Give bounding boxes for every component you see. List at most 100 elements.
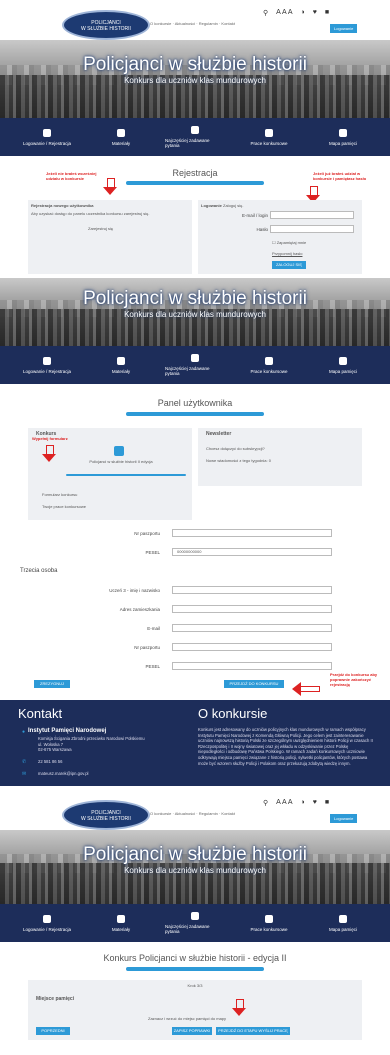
- nav-item-works[interactable]: Prace konkursowe: [239, 904, 299, 942]
- contest-panel: Konkurs Policjanci w służbie historii II…: [28, 428, 192, 520]
- users-icon: [43, 914, 51, 923]
- password-input[interactable]: [270, 225, 354, 233]
- title-underline: [126, 181, 264, 185]
- font-size-switch[interactable]: A A A: [276, 799, 292, 807]
- menu-item-news[interactable]: Aktualności: [175, 21, 195, 26]
- briefcase-icon: [265, 914, 273, 923]
- hero-banner-2: Policjanci w służbie historii Konkurs dl…: [0, 278, 390, 346]
- font-size-switch[interactable]: A A A: [276, 9, 292, 17]
- newsletter-heading: Newsletter: [206, 431, 232, 437]
- passport-input[interactable]: [172, 529, 332, 537]
- question-bubble-icon: [191, 126, 199, 134]
- prev-button[interactable]: POPRZEDNI: [36, 1027, 70, 1035]
- pesel-input-2[interactable]: [172, 662, 332, 670]
- nav-item-works[interactable]: Prace konkursowe: [239, 346, 299, 384]
- edition-panel: Krok 3/3 Miejsce pamięci Zaznacz i wrzuć…: [28, 980, 362, 1040]
- pesel-input[interactable]: 00000000000: [172, 548, 332, 556]
- login-heading: Logowanie: [201, 203, 222, 208]
- third-person-heading: Trzecia osoba: [20, 568, 58, 574]
- hero-banner-3: Policjanci w służbie historii Konkurs dl…: [0, 830, 390, 904]
- contrast-icon[interactable]: ◑: [301, 9, 305, 17]
- newsletter-text[interactable]: Chcesz dołączyć do subskrypcji?: [206, 446, 265, 451]
- search-icon[interactable]: ⚲: [263, 9, 268, 17]
- places-heading: Miejsce pamięci: [36, 996, 75, 1002]
- twitter-icon[interactable]: ♥: [313, 9, 317, 17]
- nav-item-faq[interactable]: Najczęściej zadawane pytania: [165, 346, 225, 384]
- name-label: Uczeń 3 - imię i nazwisko: [109, 588, 160, 593]
- menu-item-news[interactable]: Aktualności: [175, 811, 195, 816]
- newsletter-panel: Newsletter Chcesz dołączyć do subskrypcj…: [198, 428, 362, 486]
- twitter-icon[interactable]: ♥: [313, 799, 317, 807]
- site-logo[interactable]: POLICJANCI W SŁUŻBIE HISTORII: [62, 10, 150, 40]
- login-button[interactable]: Logowanie: [330, 814, 358, 823]
- menu-item-about[interactable]: O konkursie: [150, 21, 171, 26]
- title-underline: [126, 412, 264, 416]
- search-icon[interactable]: ⚲: [263, 799, 268, 807]
- contact-email[interactable]: mateusz.marek@ipn.gov.pl: [38, 771, 89, 777]
- nav-item-login[interactable]: Logowanie / Rejestracja: [17, 904, 77, 942]
- nav-item-map[interactable]: Mapa pamięci: [313, 904, 373, 942]
- nav-item-materials[interactable]: Materiały: [91, 904, 151, 942]
- nav-item-login[interactable]: Logowanie / Rejestracja: [17, 118, 77, 156]
- nav-item-materials[interactable]: Materiały: [91, 346, 151, 384]
- facebook-icon[interactable]: ■: [325, 9, 329, 17]
- pesel-label: PESEL: [145, 550, 160, 555]
- annotation-new-user: Jeżeli nie brałeś wcześniej udziału w ko…: [46, 171, 97, 181]
- users-icon: [43, 128, 51, 137]
- question-bubble-icon: [191, 354, 199, 362]
- address-input[interactable]: [172, 605, 332, 613]
- menu-item-rules[interactable]: Regulamin: [199, 811, 218, 816]
- annotation-continue: Przejdź do konkursu aby poprawnie zakońc…: [330, 672, 378, 687]
- nav-item-works[interactable]: Prace konkursowe: [239, 118, 299, 156]
- hero-title: Policjanci w służbie historii: [83, 288, 307, 309]
- edition-title: Konkurs Policjanci w służbie historii - …: [103, 953, 287, 963]
- annotation-arrow-icon: [101, 178, 119, 196]
- annotation-fill-form: Wypełnij formularz: [32, 436, 68, 441]
- panel-title: Panel użytkownika: [157, 398, 233, 408]
- cancel-button[interactable]: ZREZYGNUJ: [34, 680, 70, 688]
- about-text: Konkurs jest adresowany do uczniów polic…: [198, 727, 373, 766]
- login-button[interactable]: Logowanie: [330, 24, 358, 33]
- site-logo[interactable]: POLICJANCI W SŁUŻBIE HISTORII: [62, 800, 150, 830]
- continue-button[interactable]: PRZEJDŹ DO KONKURSU: [224, 680, 284, 688]
- phone[interactable]: 22 581 86 56: [38, 759, 62, 765]
- main-menu: O konkursie · Aktualności · Regulamin · …: [150, 811, 235, 816]
- email-input[interactable]: [172, 624, 332, 632]
- next-step-button[interactable]: PRZEJDŹ DO ETAPU WYŚLIJ PRACĘ: [216, 1027, 290, 1035]
- contrast-icon[interactable]: ◑: [301, 799, 305, 807]
- register-link[interactable]: Zarejestruj się: [88, 226, 113, 231]
- nav-item-login[interactable]: Logowanie / Rejestracja: [17, 346, 77, 384]
- facebook-icon[interactable]: ■: [325, 799, 329, 807]
- remember-checkbox[interactable]: ☐ Zapamiętaj mnie: [272, 240, 306, 245]
- login-panel: Logowanie Zaloguj się. E-mail / login Ha…: [198, 200, 362, 274]
- main-menu: O konkursie · Aktualności · Regulamin · …: [150, 21, 235, 26]
- menu-item-contact[interactable]: Kontakt: [221, 21, 235, 26]
- menu-item-about[interactable]: O konkursie: [150, 811, 171, 816]
- hero-title: Policjanci w służbie historii: [83, 54, 307, 75]
- menu-item-contact[interactable]: Kontakt: [221, 811, 235, 816]
- works-link[interactable]: Twoje prace konkursowe: [42, 504, 86, 509]
- hero-title: Policjanci w służbie historii: [83, 844, 307, 865]
- nav-item-faq[interactable]: Najczęściej zadawane pytania: [165, 118, 225, 156]
- form-link[interactable]: Formularz konkursu: [42, 492, 77, 497]
- map-pin-icon: [339, 128, 347, 137]
- contest-icon: [114, 446, 124, 456]
- hero-subtitle: Konkurs dla uczniów klas mundurowych: [124, 310, 266, 319]
- name-input[interactable]: [172, 586, 332, 594]
- org-name: Instytut Pamięci Narodowej: [28, 728, 107, 734]
- menu-item-rules[interactable]: Regulamin: [199, 21, 218, 26]
- map-pin-icon: [339, 914, 347, 923]
- nav-item-map[interactable]: Mapa pamięci: [313, 346, 373, 384]
- nav-item-faq[interactable]: Najczęściej zadawane pytania: [165, 904, 225, 942]
- title-underline: [126, 967, 264, 971]
- location-icon: ●: [22, 729, 26, 735]
- save-button[interactable]: ZAPISZ POPRAWKI: [172, 1027, 212, 1035]
- login-submit-button[interactable]: ZALOGUJ SIĘ: [272, 261, 306, 269]
- forgot-password-link[interactable]: Przypomnij hasło: [272, 251, 302, 256]
- passport-input-2[interactable]: [172, 643, 332, 651]
- nav-item-materials[interactable]: Materiały: [91, 118, 151, 156]
- email-input[interactable]: [270, 211, 354, 219]
- contest-item[interactable]: Policjanci w służbie historii II edycja: [86, 459, 156, 464]
- nav-item-map[interactable]: Mapa pamięci: [313, 118, 373, 156]
- header-icons: ⚲ A A A ◑ ♥ ■: [263, 9, 329, 17]
